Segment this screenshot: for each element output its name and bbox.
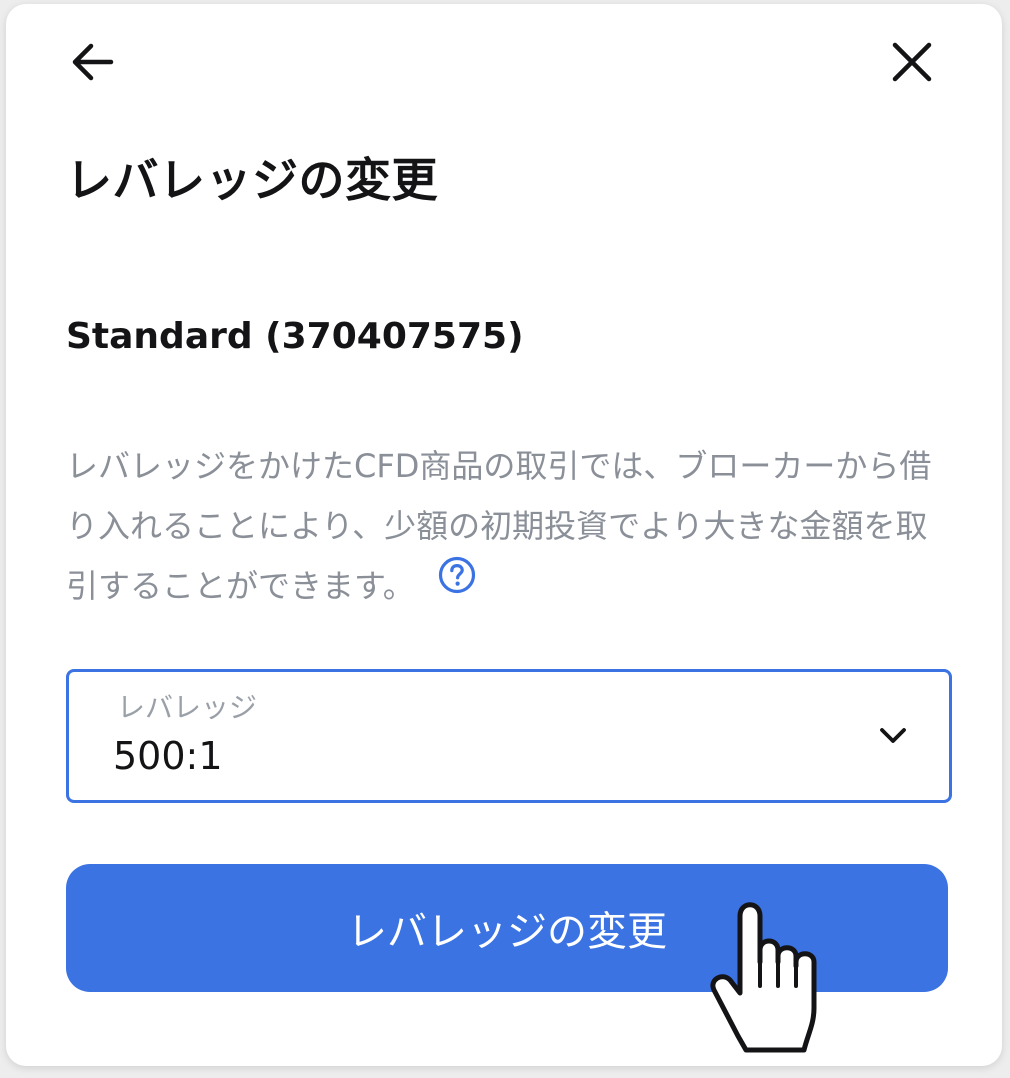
back-button[interactable] (64, 34, 120, 90)
change-leverage-button[interactable]: レバレッジの変更 (66, 864, 948, 992)
change-leverage-button-label: レバレッジの変更 (347, 909, 667, 955)
page-title: レバレッジの変更 (66, 153, 438, 207)
leverage-select-label: レバレッジ (117, 691, 258, 724)
leverage-select-value: 500:1 (113, 734, 223, 778)
leverage-select[interactable]: レバレッジ 500:1 (66, 669, 952, 803)
arrow-left-icon (72, 43, 114, 81)
account-name: Standard (370407575) (66, 316, 524, 357)
close-button[interactable] (884, 34, 940, 90)
question-circle-icon (438, 556, 475, 594)
close-icon (892, 42, 932, 82)
leverage-dialog: レバレッジの変更 Standard (370407575) レバレッジをかけたC… (6, 4, 1002, 1066)
description-body: レバレッジをかけたCFD商品の取引では、ブローカーから借り入れることにより、少額… (66, 447, 932, 605)
chevron-down-icon (880, 728, 906, 743)
help-button[interactable] (437, 554, 477, 614)
description-text: レバレッジをかけたCFD商品の取引では、ブローカーから借り入れることにより、少額… (66, 436, 936, 616)
